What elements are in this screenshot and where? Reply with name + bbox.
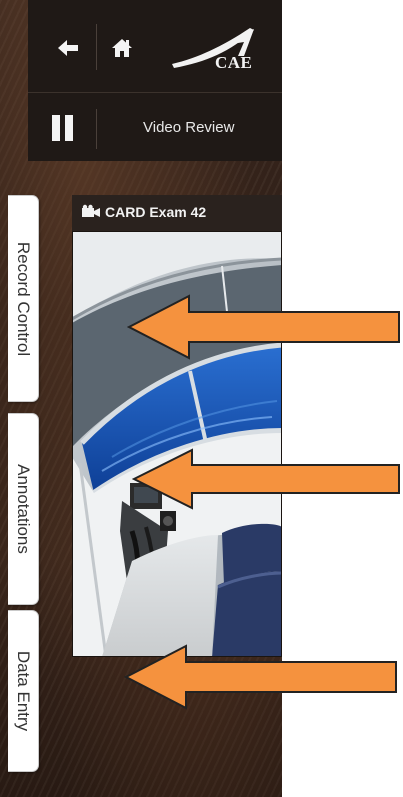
pause-icon-bar (65, 115, 73, 141)
pause-icon-bar (52, 115, 60, 141)
page-title: Video Review (143, 119, 235, 136)
tab-record-control[interactable]: Record Control (8, 195, 39, 402)
video-title: CARD Exam 42 (105, 204, 207, 220)
tab-data-entry[interactable]: Data Entry (8, 610, 39, 772)
annotation-arrow-left-icon (124, 644, 397, 710)
home-icon[interactable] (112, 38, 132, 58)
video-panel: CARD Exam 42 (72, 195, 282, 657)
video-title-bar: CARD Exam 42 (72, 195, 282, 231)
toolbar-separator (96, 24, 97, 70)
tab-label: Data Entry (14, 650, 33, 732)
back-arrow-icon[interactable] (58, 40, 78, 56)
tab-label: Record Control (14, 241, 33, 356)
annotation-arrow-left-icon (132, 448, 400, 510)
tab-annotations[interactable]: Annotations (8, 413, 39, 605)
tab-label: Annotations (14, 464, 33, 554)
annotation-arrow-left-icon (127, 294, 400, 360)
toolbar-separator (96, 109, 97, 149)
camera-icon (82, 204, 100, 217)
pause-button[interactable] (52, 115, 74, 141)
logo-text: CAE (215, 53, 253, 72)
